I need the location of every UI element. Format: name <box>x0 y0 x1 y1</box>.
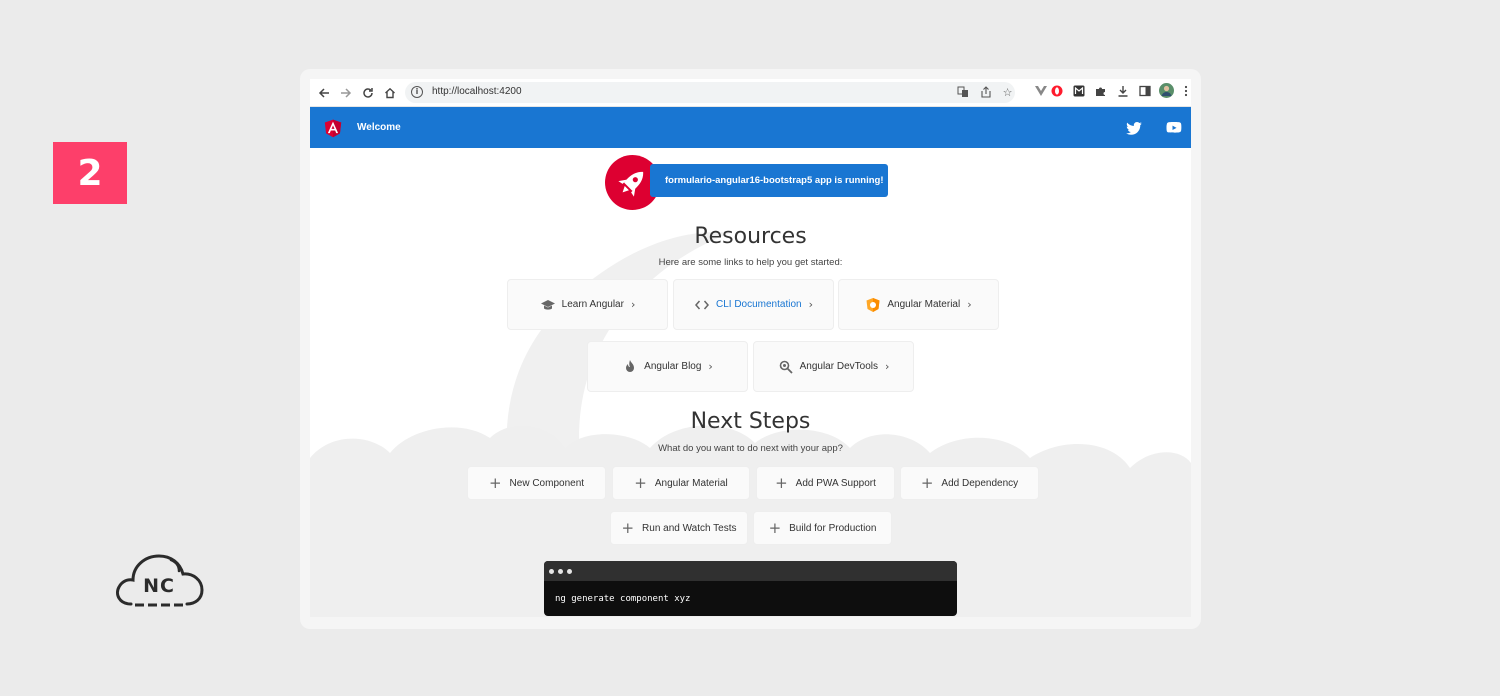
chevron-right-icon: › <box>630 298 636 311</box>
plus-icon: + <box>621 518 635 537</box>
button-label: Add PWA Support <box>795 477 876 489</box>
profile-avatar[interactable] <box>1159 83 1174 98</box>
add-dependency-button[interactable]: + Add Dependency <box>900 466 1039 500</box>
app-toolbar: Welcome <box>310 107 1191 148</box>
toolbar-title: Welcome <box>357 122 401 133</box>
arrow-right-icon <box>341 88 352 98</box>
button-label: New Component <box>509 477 585 489</box>
back-button[interactable] <box>315 84 333 102</box>
resources-heading: Resources <box>694 224 807 249</box>
more-menu-icon[interactable] <box>1182 85 1190 99</box>
nc-cloud-logo: NC <box>113 550 205 610</box>
plus-icon: + <box>920 473 934 492</box>
side-panel-icon[interactable] <box>1138 85 1151 99</box>
puzzle-extensions-icon[interactable] <box>1094 85 1107 99</box>
terminal-dot <box>567 569 572 574</box>
next-steps-heading: Next Steps <box>690 409 811 434</box>
browser-window: i http://localhost:4200 ☆ Welcome formul… <box>310 79 1191 617</box>
resources-subtitle: Here are some links to help you get star… <box>658 257 843 268</box>
opera-extension-icon[interactable] <box>1050 85 1063 99</box>
arrow-left-icon <box>318 88 329 98</box>
terminal-panel: ng generate component xyz <box>544 561 957 616</box>
angular-material-card[interactable]: Angular Material › <box>838 279 999 330</box>
url-text: http://localhost:4200 <box>432 86 522 97</box>
browser-address-bar: i http://localhost:4200 ☆ <box>310 79 1191 107</box>
mail-extension-icon[interactable] <box>1072 85 1085 99</box>
magnifier-icon <box>779 360 793 374</box>
terminal-header <box>544 561 957 581</box>
background-clouds-decoration <box>310 232 1191 617</box>
download-icon[interactable] <box>1116 85 1129 99</box>
flame-icon <box>626 359 635 372</box>
graduation-cap-icon <box>540 299 555 310</box>
button-label: Build for Production <box>789 522 877 534</box>
button-label: Run and Watch Tests <box>642 522 737 534</box>
terminal-dot <box>558 569 563 574</box>
reload-button[interactable] <box>359 84 377 102</box>
card-label: Learn Angular <box>561 299 624 310</box>
chevron-right-icon: › <box>884 360 890 373</box>
card-label: Angular Material <box>887 299 961 310</box>
plus-icon: + <box>775 473 788 492</box>
terminal-command: ng generate component xyz <box>555 594 691 604</box>
angular-material-step-button[interactable]: + Angular Material <box>612 466 750 500</box>
plus-icon: + <box>634 473 647 492</box>
vuejs-extension-icon[interactable] <box>1034 85 1047 99</box>
code-brackets-icon <box>694 300 709 309</box>
star-icon[interactable]: ☆ <box>1001 86 1014 99</box>
angular-blog-card[interactable]: Angular Blog › <box>587 341 748 392</box>
run-and-watch-tests-button[interactable]: + Run and Watch Tests <box>610 511 748 545</box>
button-label: Add Dependency <box>941 477 1019 489</box>
chevron-right-icon: › <box>808 298 813 311</box>
home-icon <box>385 87 395 99</box>
screenshot-frame: i http://localhost:4200 ☆ Welcome formul… <box>300 69 1201 629</box>
youtube-icon[interactable] <box>1165 119 1183 137</box>
card-label: Angular DevTools <box>799 361 878 372</box>
terminal-dot <box>549 569 554 574</box>
forward-button[interactable] <box>337 84 355 102</box>
twitter-icon[interactable] <box>1125 119 1143 137</box>
app-content: formulario-angular16-bootstrap5 app is r… <box>310 148 1191 617</box>
plus-icon: + <box>488 473 502 492</box>
chevron-right-icon: › <box>967 298 972 311</box>
app-running-message: formulario-angular16-bootstrap5 app is r… <box>650 164 888 197</box>
cli-documentation-card[interactable]: CLI Documentation › <box>673 279 834 330</box>
build-for-production-button[interactable]: + Build for Production <box>753 511 892 545</box>
angular-logo-icon <box>324 119 342 138</box>
next-steps-subtitle: What do you want to do next with your ap… <box>658 443 843 454</box>
angular-devtools-card[interactable]: Angular DevTools › <box>753 341 914 392</box>
home-button[interactable] <box>381 84 399 102</box>
add-pwa-support-button[interactable]: + Add PWA Support <box>756 466 895 500</box>
learn-angular-card[interactable]: Learn Angular › <box>507 279 668 330</box>
site-info-icon[interactable]: i <box>411 86 423 98</box>
url-omnibox[interactable]: i http://localhost:4200 ☆ <box>405 82 1015 103</box>
nc-logo-text: NC <box>143 575 175 597</box>
button-label: Angular Material <box>654 477 728 489</box>
step-number-badge: 2 <box>53 142 127 204</box>
new-component-button[interactable]: + New Component <box>467 466 606 500</box>
share-icon[interactable] <box>979 86 992 99</box>
chevron-right-icon: › <box>708 360 713 373</box>
angular-material-icon <box>866 297 880 312</box>
plus-icon: + <box>768 518 782 537</box>
reload-icon <box>363 88 373 98</box>
card-label: Angular Blog <box>644 361 702 372</box>
card-label: CLI Documentation <box>715 299 802 310</box>
translate-icon[interactable] <box>956 86 969 99</box>
